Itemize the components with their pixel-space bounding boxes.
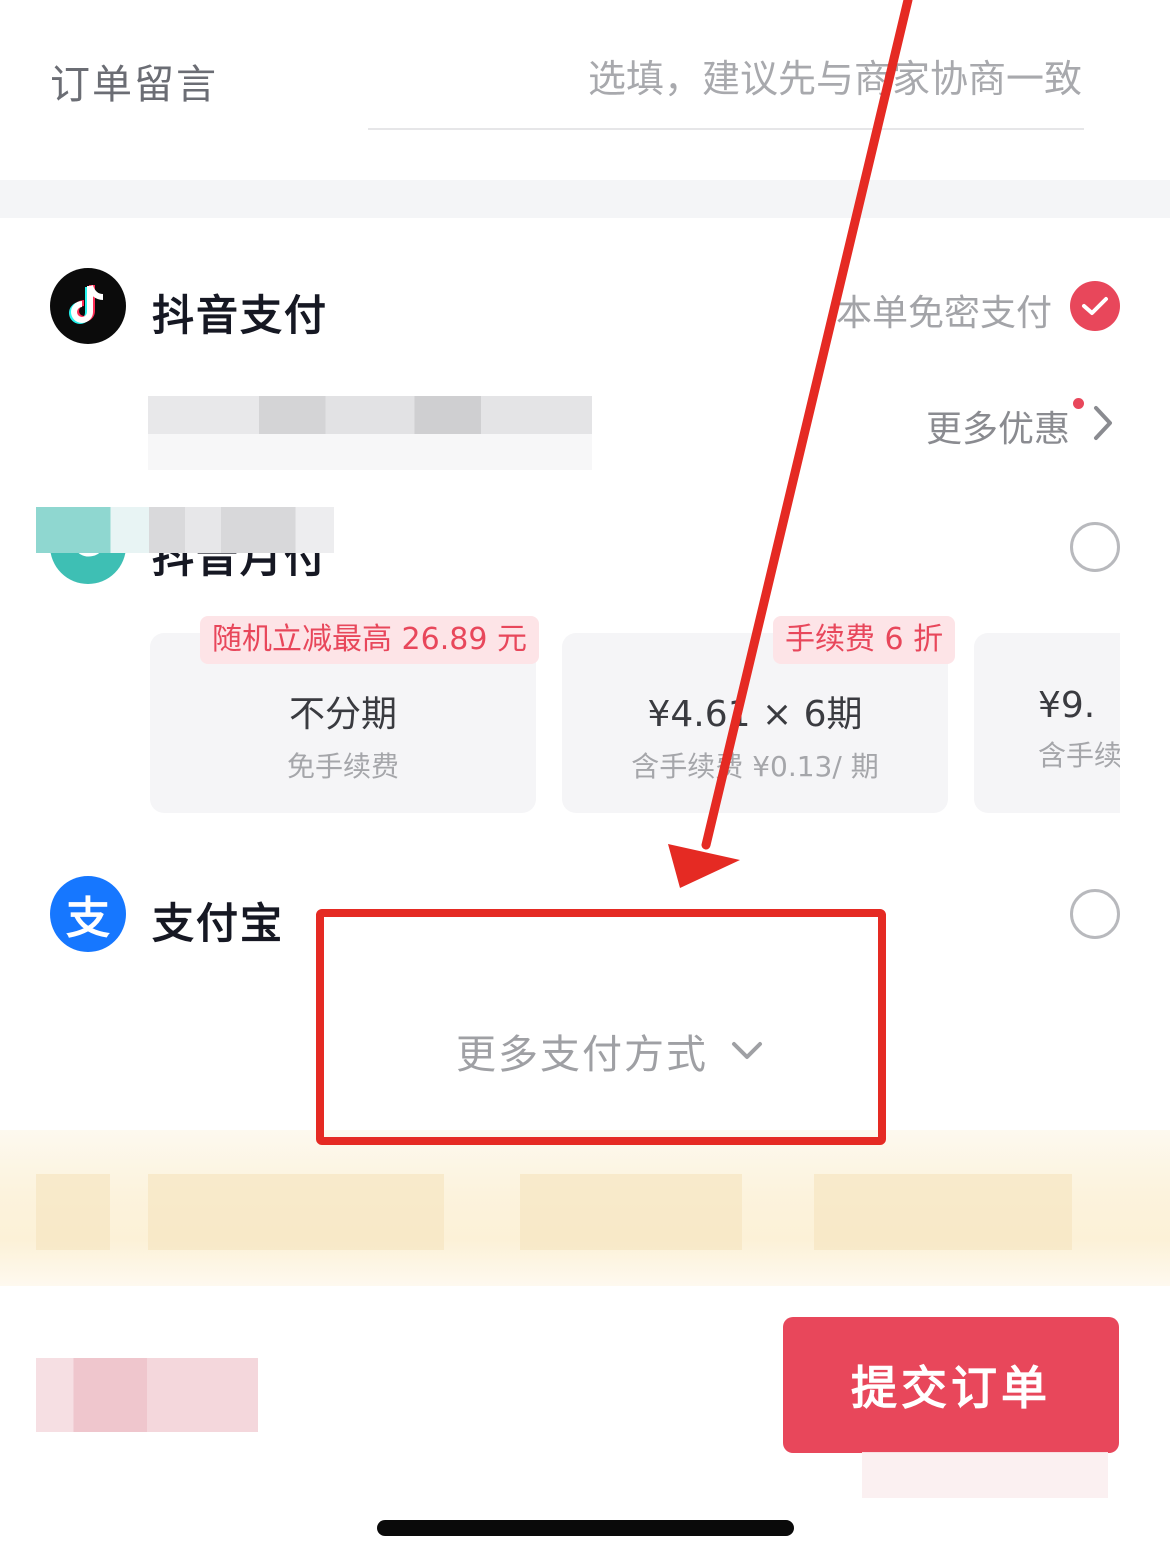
plan-promo-tag: 随机立减最高 26.89 元 — [200, 616, 539, 664]
alipay-title: 支付宝 — [152, 899, 285, 948]
alipay-radio[interactable] — [1070, 889, 1120, 939]
check-icon — [1082, 297, 1108, 315]
redacted-monthly-header — [36, 507, 334, 553]
plan-sub-text: 含手续费 ¥0.13/ 期 — [631, 750, 879, 783]
annotation-highlight-box — [316, 909, 886, 1145]
plan-main-text: ¥9. — [1038, 685, 1096, 726]
plan-fee-tag: 手续费 6 折 — [773, 616, 956, 664]
more-deals-link[interactable]: 更多优惠 — [926, 400, 1070, 452]
douyin-pay-title: 抖音支付 — [152, 291, 329, 340]
chevron-right-icon[interactable] — [1090, 404, 1116, 442]
plan-main-text: 不分期 — [288, 694, 397, 735]
home-indicator — [377, 1520, 794, 1536]
no-password-pay-label: 本单免密支付 — [835, 293, 1052, 334]
redacted-total-price — [36, 1358, 258, 1432]
order-remark-input[interactable] — [368, 36, 1084, 130]
douyin-pay-radio-checked[interactable] — [1070, 281, 1120, 331]
plan-sub-text: 含手续 — [1038, 739, 1120, 772]
plan-card-clip: ¥9. 含手续 — [974, 633, 1120, 813]
redacted-button-caption — [862, 1452, 1108, 1498]
order-remark-label: 订单留言 — [50, 62, 218, 108]
plan-card-partial[interactable]: ¥9. 含手续 — [974, 633, 1120, 813]
submit-order-button[interactable]: 提交订单 — [783, 1317, 1119, 1453]
notification-dot — [1073, 398, 1084, 409]
plan-sub-text: 免手续费 — [286, 750, 399, 783]
redacted-promo-text — [148, 396, 592, 434]
redacted-promo-text-shadow — [148, 434, 592, 470]
plan-main-text: ¥4.61 × 6期 — [647, 694, 863, 735]
section-divider — [0, 180, 1170, 218]
redacted-notice-banner — [0, 1130, 1170, 1286]
douyin-logo-icon — [50, 268, 126, 344]
douyin-monthly-radio[interactable] — [1070, 522, 1120, 572]
alipay-icon: 支 — [50, 876, 126, 952]
